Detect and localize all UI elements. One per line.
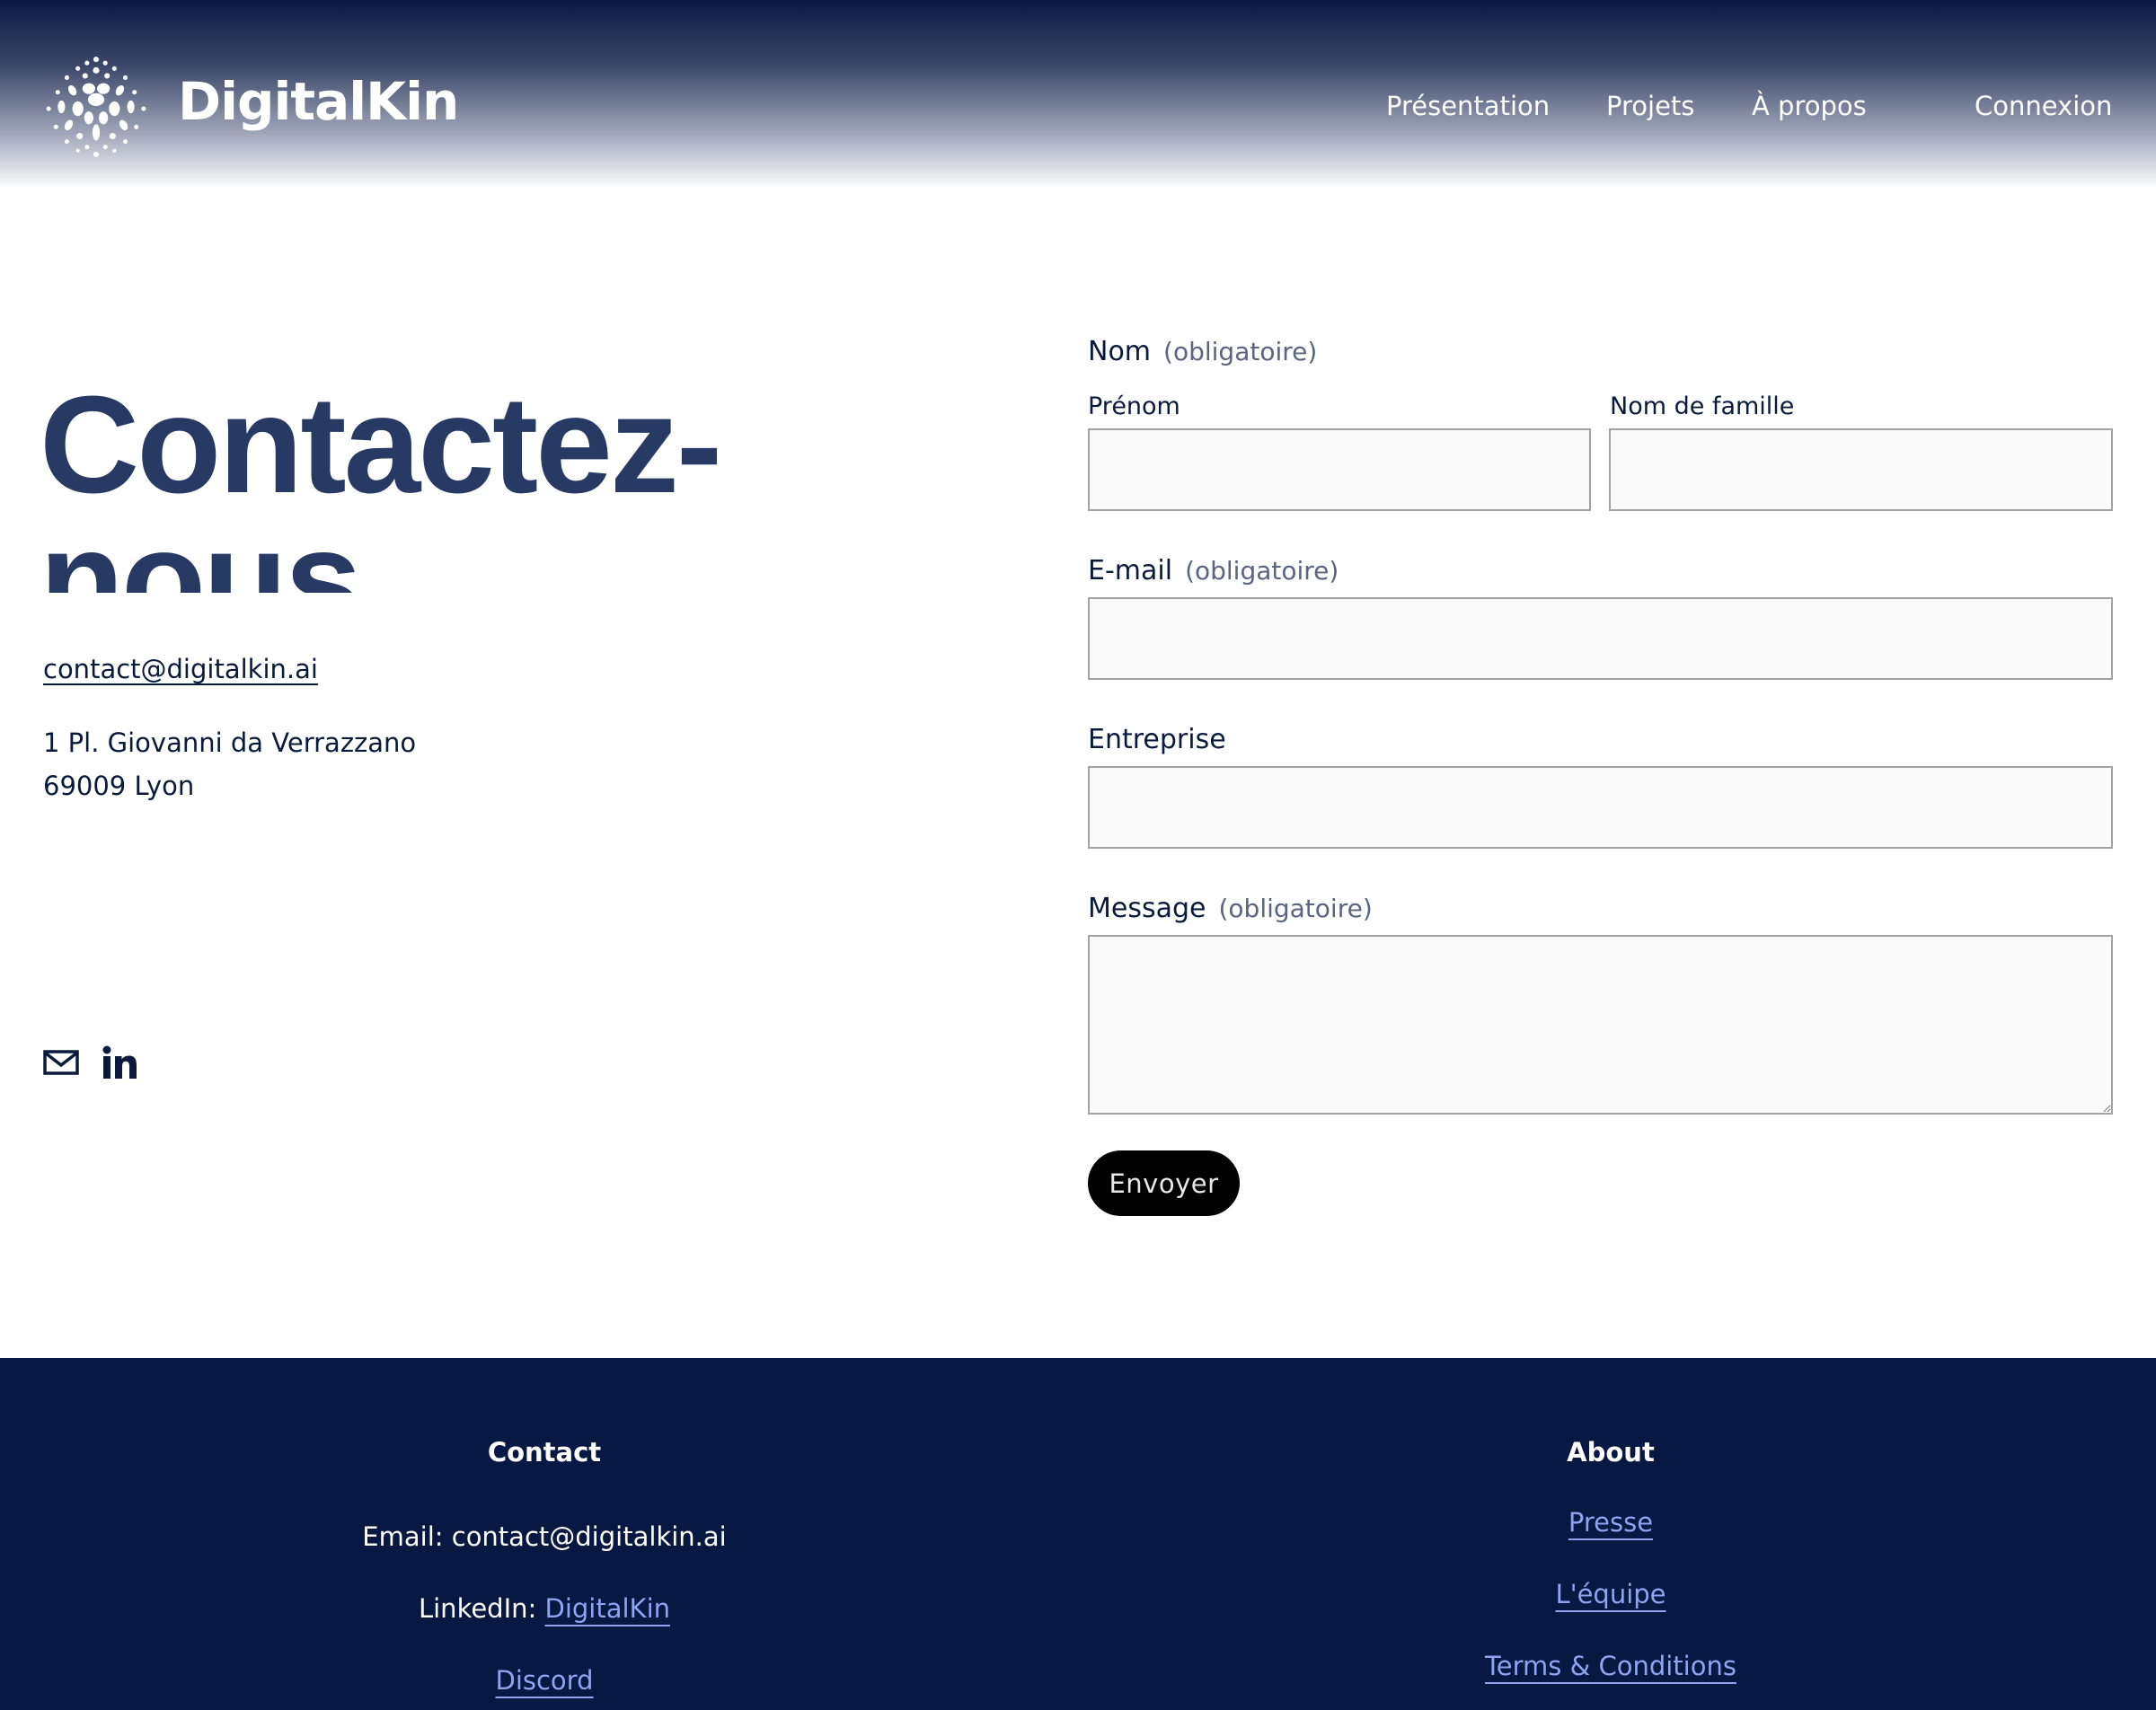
required-hint: (obligatoire)	[1185, 556, 1339, 586]
message-textarea[interactable]	[1088, 935, 2113, 1115]
footer-linkedin-link[interactable]: DigitalKin	[545, 1593, 671, 1624]
footer-terms-link[interactable]: Terms & Conditions	[1485, 1651, 1736, 1681]
company-label: Entreprise	[1088, 724, 1226, 755]
firstname-label: Prénom	[1088, 392, 1180, 420]
required-hint: (obligatoire)	[1218, 894, 1373, 923]
footer-equipe-link[interactable]: L'équipe	[1555, 1579, 1666, 1609]
footer-presse-line: Presse	[1251, 1507, 1970, 1538]
name-label: Nom (obligatoire)	[1088, 336, 1317, 367]
address-line-1: 1 Pl. Giovanni da Verrazzano	[43, 727, 417, 758]
footer-terms-line: Terms & Conditions	[1251, 1651, 1970, 1681]
footer-discord-line: Discord	[185, 1665, 904, 1696]
nav-connexion[interactable]: Connexion	[1975, 93, 2112, 119]
message-label-text: Message	[1088, 893, 1206, 924]
message-label: Message (obligatoire)	[1088, 893, 1373, 924]
site-header: DigitalKin Présentation Projets À propos…	[0, 0, 2156, 189]
email-label: E-mail (obligatoire)	[1088, 555, 1339, 586]
footer-linkedin-line: LinkedIn: DigitalKin	[185, 1593, 904, 1624]
submit-button[interactable]: Envoyer	[1088, 1150, 1240, 1216]
site-footer: Contact Email: contact@digitalkin.ai Lin…	[0, 1358, 2156, 1710]
nav-projets[interactable]: Projets	[1606, 93, 1694, 119]
footer-presse-link[interactable]: Presse	[1568, 1507, 1653, 1538]
mail-icon[interactable]	[43, 1049, 79, 1076]
footer-about-heading: About	[1567, 1437, 1655, 1468]
footer-contact-heading: Contact	[487, 1437, 602, 1468]
name-label-text: Nom	[1088, 336, 1152, 367]
firstname-input[interactable]	[1088, 428, 1591, 511]
footer-email-line: Email: contact@digitalkin.ai	[362, 1521, 727, 1552]
lastname-label: Nom de famille	[1610, 392, 1795, 420]
nav-a-propos[interactable]: À propos	[1752, 93, 1867, 119]
footer-discord-link[interactable]: Discord	[495, 1665, 593, 1696]
page-title: Contactez-nous	[40, 377, 722, 593]
address-line-2: 69009 Lyon	[43, 771, 195, 801]
nav-presentation[interactable]: Présentation	[1386, 93, 1550, 119]
email-label-text: E-mail	[1088, 555, 1173, 586]
brand-name[interactable]: DigitalKin	[178, 75, 459, 128]
contact-email-link[interactable]: contact@digitalkin.ai	[43, 654, 318, 684]
digitalkin-logo-icon[interactable]	[41, 52, 151, 162]
footer-equipe-line: L'équipe	[1251, 1579, 1970, 1609]
footer-linkedin-prefix: LinkedIn:	[418, 1593, 545, 1624]
linkedin-icon[interactable]	[102, 1045, 138, 1080]
lastname-input[interactable]	[1609, 428, 2113, 511]
email-input[interactable]	[1088, 597, 2113, 680]
required-hint: (obligatoire)	[1163, 337, 1318, 366]
company-input[interactable]	[1088, 766, 2113, 849]
